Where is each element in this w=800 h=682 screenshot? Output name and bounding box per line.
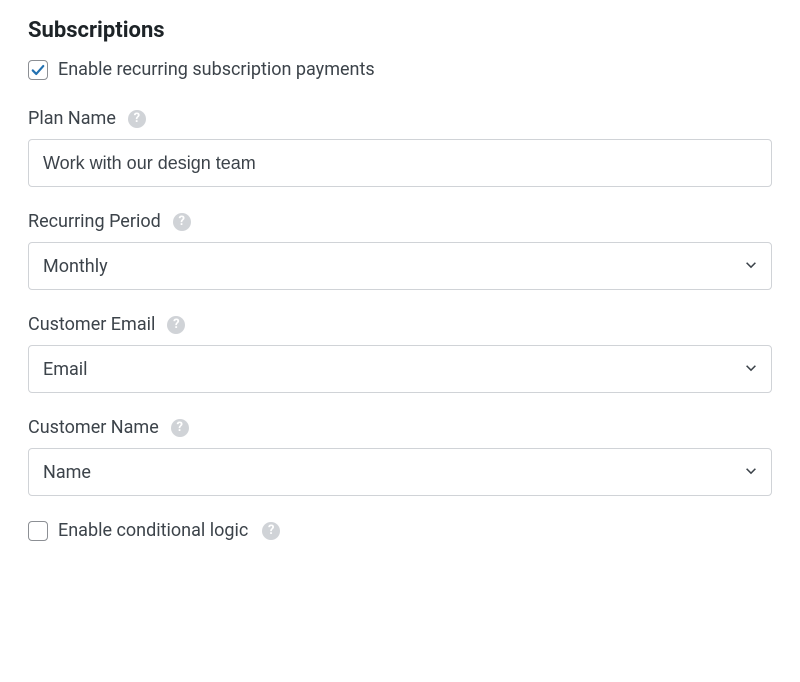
customer-name-select[interactable]: Name bbox=[28, 448, 772, 496]
customer-name-value: Name bbox=[43, 462, 91, 483]
customer-name-group: Customer Name ? Name bbox=[28, 417, 772, 496]
customer-email-label-row: Customer Email ? bbox=[28, 314, 772, 335]
recurring-period-select-wrap: Monthly bbox=[28, 242, 772, 290]
conditional-logic-checkbox[interactable] bbox=[28, 521, 48, 541]
help-icon[interactable]: ? bbox=[128, 110, 146, 128]
section-title: Subscriptions bbox=[28, 18, 772, 43]
plan-name-label: Plan Name bbox=[28, 108, 116, 129]
customer-email-label: Customer Email bbox=[28, 314, 155, 335]
conditional-logic-row: Enable conditional logic ? bbox=[28, 520, 772, 541]
customer-email-value: Email bbox=[43, 359, 88, 380]
check-icon bbox=[31, 63, 45, 77]
recurring-period-group: Recurring Period ? Monthly bbox=[28, 211, 772, 290]
plan-name-group: Plan Name ? bbox=[28, 108, 772, 187]
recurring-period-value: Monthly bbox=[43, 256, 108, 277]
customer-name-label-row: Customer Name ? bbox=[28, 417, 772, 438]
help-icon[interactable]: ? bbox=[167, 316, 185, 334]
customer-name-select-wrap: Name bbox=[28, 448, 772, 496]
plan-name-input[interactable] bbox=[28, 139, 772, 187]
recurring-period-select[interactable]: Monthly bbox=[28, 242, 772, 290]
customer-email-select-wrap: Email bbox=[28, 345, 772, 393]
help-icon[interactable]: ? bbox=[173, 213, 191, 231]
recurring-period-label: Recurring Period bbox=[28, 211, 161, 232]
help-icon[interactable]: ? bbox=[262, 522, 280, 540]
enable-subscriptions-label: Enable recurring subscription payments bbox=[58, 59, 375, 80]
plan-name-label-row: Plan Name ? bbox=[28, 108, 772, 129]
help-icon[interactable]: ? bbox=[171, 419, 189, 437]
customer-email-group: Customer Email ? Email bbox=[28, 314, 772, 393]
recurring-period-label-row: Recurring Period ? bbox=[28, 211, 772, 232]
enable-subscriptions-checkbox[interactable] bbox=[28, 60, 48, 80]
conditional-logic-label: Enable conditional logic bbox=[58, 520, 248, 541]
customer-email-select[interactable]: Email bbox=[28, 345, 772, 393]
customer-name-label: Customer Name bbox=[28, 417, 159, 438]
enable-subscriptions-row: Enable recurring subscription payments bbox=[28, 59, 772, 80]
